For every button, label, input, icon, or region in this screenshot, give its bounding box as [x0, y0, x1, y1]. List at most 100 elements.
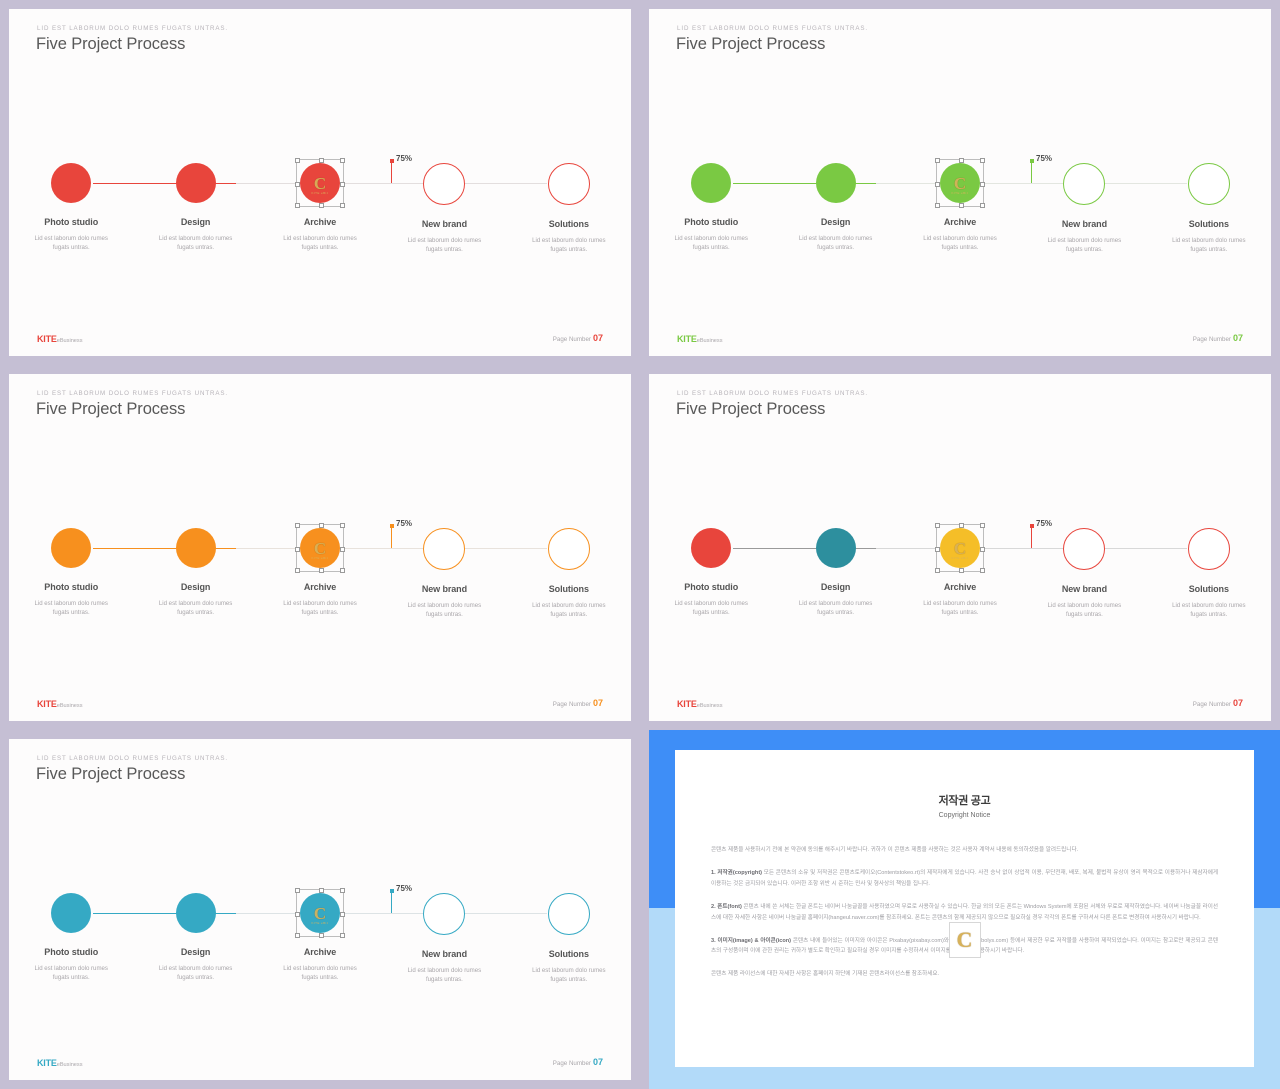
copyright-panel: 저작권 공고 Copyright Notice 콘텐츠 제품을 사용하시기 전에… — [649, 730, 1280, 1089]
process-step[interactable]: Solutions Lid est laborum dolo rumes fug… — [507, 879, 631, 985]
process-step[interactable]: New brand Lid est laborum dolo rumes fug… — [382, 879, 506, 985]
step-circle[interactable] — [815, 528, 856, 568]
process-step[interactable]: C KITE eBiz Archive Lid est laborum dolo… — [898, 149, 1022, 255]
slide-teal[interactable]: LID EST LABORUM DOLO RUMES FUGATS UNTRAS… — [9, 739, 631, 1080]
slide-cell-red[interactable]: LID EST LABORUM DOLO RUMES FUGATS UNTRAS… — [0, 0, 640, 365]
selection-handles[interactable] — [295, 523, 346, 573]
process-step[interactable]: Design Lid est laborum dolo rumes fugats… — [133, 514, 257, 620]
process-step[interactable]: Solutions Lid est laborum dolo rumes fug… — [507, 514, 631, 620]
copyright-section-1: 1. 저작권(copyright) 모든 콘텐츠의 소유 및 저작권은 콘텐츠토… — [711, 868, 1218, 890]
process-step[interactable]: New brand Lid est laborum dolo rumes fug… — [382, 514, 506, 620]
process-step[interactable]: Photo studio Lid est laborum dolo rumes … — [9, 514, 133, 620]
step-circle[interactable] — [691, 528, 732, 568]
slide-eyebrow: LID EST LABORUM DOLO RUMES FUGATS UNTRAS… — [37, 25, 229, 32]
step-circle[interactable] — [175, 528, 216, 568]
copyright-intro: 콘텐츠 제품을 사용하시기 전에 본 약관에 동의를 해주시기 바랍니다. 귀하… — [711, 847, 1079, 853]
step-desc: Lid est laborum dolo rumes fugats untras… — [532, 967, 606, 984]
step-circle[interactable] — [1187, 163, 1230, 205]
step-circle[interactable]: C KITE eBiz — [295, 523, 346, 573]
step-circle[interactable] — [691, 163, 732, 203]
slide-orange[interactable]: LID EST LABORUM DOLO RUMES FUGATS UNTRAS… — [9, 374, 631, 721]
process-step[interactable]: Solutions Lid est laborum dolo rumes fug… — [507, 149, 631, 255]
step-circle[interactable] — [423, 893, 466, 935]
process-step[interactable]: Solutions Lid est laborum dolo rumes fug… — [1147, 514, 1271, 620]
step-circle[interactable] — [547, 528, 590, 570]
process-step[interactable]: Solutions Lid est laborum dolo rumes fug… — [1147, 149, 1271, 255]
step-desc: Lid est laborum dolo rumes fugats untras… — [34, 965, 108, 982]
section-3-head: 3. 이미지(image) & 아이콘(icon) — [711, 937, 792, 944]
process-step[interactable]: Design Lid est laborum dolo rumes fugats… — [133, 879, 257, 985]
process-step[interactable]: Photo studio Lid est laborum dolo rumes … — [649, 514, 773, 620]
process-step[interactable]: Photo studio Lid est laborum dolo rumes … — [649, 149, 773, 255]
step-label: New brand — [1061, 584, 1107, 594]
step-circle[interactable] — [51, 163, 92, 203]
step-label: Design — [180, 582, 211, 592]
process-step[interactable]: C KITE eBiz Archive Lid est laborum dolo… — [258, 514, 382, 620]
footer-logo-suffix: eBusiness — [696, 338, 723, 344]
step-circle[interactable] — [1063, 163, 1106, 205]
footer-logo-main: KITE — [677, 699, 697, 709]
step-circle[interactable] — [1187, 528, 1230, 570]
step-desc: Lid est laborum dolo rumes fugats untras… — [532, 602, 606, 619]
copyright-section-2: 2. 폰트(font) 콘텐츠 내에 쓴 서체는 한글 폰트는 네이버 나눔글꼴… — [711, 902, 1218, 924]
page-title: Five Project Process — [36, 35, 186, 53]
footer-logo-suffix: eBusiness — [696, 703, 723, 709]
slide-green[interactable]: LID EST LABORUM DOLO RUMES FUGATS UNTRAS… — [649, 9, 1271, 356]
step-desc: Lid est laborum dolo rumes fugats untras… — [674, 600, 748, 617]
footer-logo: KITEeBusiness — [677, 699, 723, 709]
process-step[interactable]: C KITE eBiz Archive Lid est laborum dolo… — [258, 149, 382, 255]
process-step[interactable]: Photo studio Lid est laborum dolo rumes … — [9, 879, 133, 985]
process-step[interactable]: Design Lid est laborum dolo rumes fugats… — [773, 149, 897, 255]
step-circle[interactable] — [423, 528, 466, 570]
slide-cell-green[interactable]: LID EST LABORUM DOLO RUMES FUGATS UNTRAS… — [640, 0, 1280, 365]
step-circle[interactable] — [175, 163, 216, 203]
step-circle[interactable]: C KITE eBiz — [935, 158, 986, 208]
slide-cell-orange[interactable]: LID EST LABORUM DOLO RUMES FUGATS UNTRAS… — [0, 365, 640, 730]
step-circle[interactable] — [423, 163, 466, 205]
process-step[interactable]: C KITE eBiz Archive Lid est laborum dolo… — [258, 879, 382, 985]
process-diagram: 75% Photo studio Lid est laborum dolo ru… — [649, 149, 1271, 279]
process-step[interactable]: Photo studio Lid est laborum dolo rumes … — [9, 149, 133, 255]
copyright-panel-cell[interactable]: 저작권 공고 Copyright Notice 콘텐츠 제품을 사용하시기 전에… — [640, 730, 1280, 1089]
step-circle[interactable]: C KITE eBiz — [295, 888, 346, 938]
step-circle[interactable] — [815, 163, 856, 203]
kite-watermark-icon: C — [948, 922, 981, 959]
step-desc: Lid est laborum dolo rumes fugats untras… — [407, 602, 482, 619]
slide-grid: LID EST LABORUM DOLO RUMES FUGATS UNTRAS… — [0, 0, 1280, 1089]
section-1-body: 모든 콘텐츠의 소유 및 저작권은 콘텐츠토케이오(Contentstokeo.… — [711, 869, 1218, 887]
step-label: Photo studio — [44, 582, 99, 592]
slide-red[interactable]: LID EST LABORUM DOLO RUMES FUGATS UNTRAS… — [9, 9, 631, 356]
footer-logo: KITEeBusiness — [677, 334, 723, 344]
section-2-body: 콘텐츠 내에 쓴 서체는 한글 폰트는 네이버 나눔글꼴을 사용하였으며 무료로… — [711, 903, 1218, 921]
step-circle[interactable] — [51, 893, 92, 933]
process-step[interactable]: C KITE eBiz Archive Lid est laborum dolo… — [898, 514, 1022, 620]
step-label: Design — [180, 217, 211, 227]
selection-handles[interactable] — [935, 523, 986, 573]
process-step[interactable]: Design Lid est laborum dolo rumes fugats… — [773, 514, 897, 620]
process-step[interactable]: New brand Lid est laborum dolo rumes fug… — [382, 149, 506, 255]
selection-handles[interactable] — [295, 158, 346, 208]
slide-cell-multi[interactable]: LID EST LABORUM DOLO RUMES FUGATS UNTRAS… — [640, 365, 1280, 730]
process-diagram: 75% Photo studio Lid est laborum dolo ru… — [9, 879, 631, 1009]
process-step[interactable]: New brand Lid est laborum dolo rumes fug… — [1022, 149, 1146, 255]
process-step[interactable]: Design Lid est laborum dolo rumes fugats… — [133, 149, 257, 255]
step-circle[interactable] — [1063, 528, 1106, 570]
page-title: Five Project Process — [36, 400, 186, 418]
selection-handles[interactable] — [935, 158, 986, 208]
step-circle[interactable] — [51, 528, 92, 568]
step-circle[interactable] — [547, 163, 590, 205]
slide-cell-teal[interactable]: LID EST LABORUM DOLO RUMES FUGATS UNTRAS… — [0, 730, 640, 1089]
step-circle[interactable]: C KITE eBiz — [295, 158, 346, 208]
step-label: Solutions — [1188, 584, 1229, 594]
process-step[interactable]: New brand Lid est laborum dolo rumes fug… — [1022, 514, 1146, 620]
process-diagram: 75% Photo studio Lid est laborum dolo ru… — [9, 149, 631, 279]
step-label: New brand — [1061, 219, 1107, 229]
footer-logo-main: KITE — [37, 699, 57, 709]
step-circle[interactable] — [547, 893, 590, 935]
slide-multi[interactable]: LID EST LABORUM DOLO RUMES FUGATS UNTRAS… — [649, 374, 1271, 721]
selection-handles[interactable] — [295, 888, 346, 938]
step-circle[interactable] — [175, 893, 216, 933]
step-circle[interactable]: C KITE eBiz — [935, 523, 986, 573]
step-label: Solutions — [1188, 219, 1229, 229]
slide-eyebrow: LID EST LABORUM DOLO RUMES FUGATS UNTRAS… — [677, 390, 869, 397]
